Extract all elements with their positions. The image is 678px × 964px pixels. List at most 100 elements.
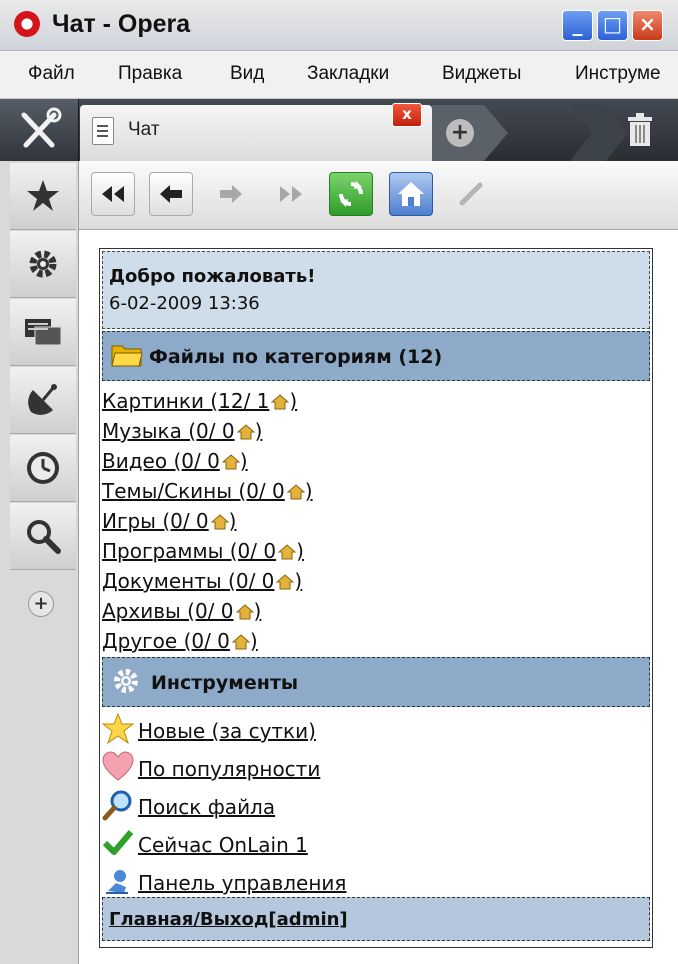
category-link[interactable]: Музыка (0/ 0)	[102, 419, 262, 443]
tab-chat[interactable]: Чат x	[80, 103, 432, 161]
maximize-button[interactable]: □	[597, 10, 628, 41]
reload-icon	[339, 181, 363, 207]
fast-forward-icon	[280, 186, 302, 202]
category-label: Музыка (0/ 0	[102, 419, 235, 443]
home-small-icon	[221, 454, 240, 470]
category-link[interactable]: Видео (0/ 0)	[102, 449, 248, 473]
home-small-icon	[271, 394, 290, 410]
category-label: Другое (0/ 0	[102, 629, 230, 653]
category-label: Программы (0/ 0	[102, 539, 277, 563]
category-label: Видео (0/ 0	[102, 449, 220, 473]
category-link[interactable]: Архивы (0/ 0)	[102, 599, 261, 623]
sidebar-widgets-button[interactable]	[10, 231, 76, 298]
page-frame: Добро пожаловать! 6-02-2009 13:36 Файлы …	[99, 248, 653, 948]
heart-icon	[102, 751, 134, 781]
home-small-icon	[286, 484, 305, 500]
tool-label: Поиск файла	[138, 795, 276, 819]
menu-view[interactable]: Вид	[230, 63, 264, 85]
tab-bar-arrow	[570, 105, 628, 161]
category-link[interactable]: Темы/Скины (0/ 0)	[102, 479, 313, 503]
home-small-icon	[236, 424, 255, 440]
category-link[interactable]: Картинки (12/ 1)	[102, 389, 297, 413]
house-icon	[398, 182, 424, 206]
files-section-title: Файлы по категориям (12)	[149, 346, 443, 368]
tab-close-button[interactable]: x	[392, 103, 422, 127]
rewind-button[interactable]	[91, 172, 135, 216]
category-label: Архивы (0/ 0	[102, 599, 234, 623]
reload-button[interactable]	[329, 172, 373, 216]
tool-new-files[interactable]: Новые (за сутки)	[100, 713, 650, 751]
magnifier-icon	[102, 790, 132, 821]
category-label: Документы (0/ 0	[102, 569, 275, 593]
logout-link[interactable]: Выход[admin]	[200, 909, 348, 930]
title-bar: Чат - Opera _ □ ×	[0, 0, 678, 51]
menu-widgets[interactable]: Виджеты	[442, 63, 521, 85]
sidebar-history-button[interactable]	[10, 435, 76, 502]
welcome-datetime: 6-02-2009 13:36	[109, 293, 260, 314]
tool-label: Сейчас OnLain 1	[138, 833, 308, 857]
close-window-button[interactable]: ×	[632, 10, 663, 41]
home-button[interactable]	[389, 172, 433, 216]
category-link[interactable]: Программы (0/ 0)	[102, 539, 304, 563]
category-tail: )	[304, 479, 313, 503]
star-icon	[27, 180, 59, 211]
home-link[interactable]: Главная	[109, 909, 193, 930]
new-tab-button[interactable]: +	[432, 105, 512, 161]
category-tail: )	[249, 629, 258, 653]
sidebar-search-button[interactable]	[10, 503, 76, 570]
menu-file[interactable]: Файл	[28, 63, 75, 85]
category-tail: )	[254, 419, 263, 443]
category-link[interactable]: Другое (0/ 0)	[102, 629, 258, 653]
document-icon	[92, 117, 114, 145]
home-small-icon	[210, 514, 229, 530]
tool-online[interactable]: Сейчас OnLain 1	[100, 827, 650, 865]
tool-label: По популярности	[138, 757, 321, 781]
minimize-button[interactable]: _	[562, 10, 593, 41]
tools-section-title: Инструменты	[151, 672, 299, 694]
opera-logo-icon	[14, 11, 40, 37]
checkmark-icon	[102, 830, 134, 855]
sidebar-bookmarks-button[interactable]	[10, 163, 76, 230]
back-button[interactable]	[149, 172, 193, 216]
window-title: Чат - Opera	[52, 10, 191, 38]
category-label: Картинки (12/ 1	[102, 389, 270, 413]
footer-links: Главная/Выход[admin]	[109, 909, 348, 930]
magnifier-icon	[27, 520, 61, 554]
navigation-toolbar	[79, 161, 678, 230]
category-label: Игры (0/ 0	[102, 509, 209, 533]
sidebar-add-button[interactable]: +	[28, 591, 54, 617]
user-key-icon	[106, 870, 128, 894]
fast-forward-button[interactable]	[269, 172, 313, 216]
tools-section-header: Инструменты	[102, 657, 650, 707]
category-tail: )	[228, 509, 237, 533]
category-tail: )	[289, 389, 298, 413]
arrow-left-icon	[160, 185, 182, 203]
forward-button[interactable]	[209, 172, 253, 216]
tool-label: Новые (за сутки)	[138, 719, 316, 743]
category-link[interactable]: Игры (0/ 0)	[102, 509, 236, 533]
clock-icon	[27, 452, 59, 484]
edit-button[interactable]	[449, 172, 493, 216]
side-panel: +	[0, 161, 79, 964]
star-icon	[102, 713, 134, 745]
category-link[interactable]: Документы (0/ 0)	[102, 569, 302, 593]
panel-toggle-button[interactable]	[0, 99, 79, 161]
welcome-block: Добро пожаловать! 6-02-2009 13:36	[102, 251, 650, 329]
sidebar-feeds-button[interactable]	[10, 367, 76, 434]
tab-label: Чат	[128, 119, 160, 140]
menu-bar: Файл Правка Вид Закладки Виджеты Инструм…	[0, 51, 678, 99]
menu-tools[interactable]: Инструме	[575, 63, 661, 85]
tools-icon	[21, 107, 62, 148]
tool-search-file[interactable]: Поиск файла	[100, 789, 650, 827]
menu-bookmarks[interactable]: Закладки	[307, 63, 389, 85]
gear-icon	[29, 250, 57, 278]
menu-edit[interactable]: Правка	[118, 63, 182, 85]
category-tail: )	[294, 569, 303, 593]
sidebar-windows-button[interactable]	[10, 299, 76, 366]
files-section-header: Файлы по категориям (12)	[102, 331, 650, 381]
trash-icon[interactable]	[626, 111, 654, 149]
folder-icon	[111, 345, 143, 367]
tool-popular[interactable]: По популярности	[100, 751, 650, 789]
rewind-icon	[102, 186, 124, 202]
category-tail: )	[253, 599, 262, 623]
